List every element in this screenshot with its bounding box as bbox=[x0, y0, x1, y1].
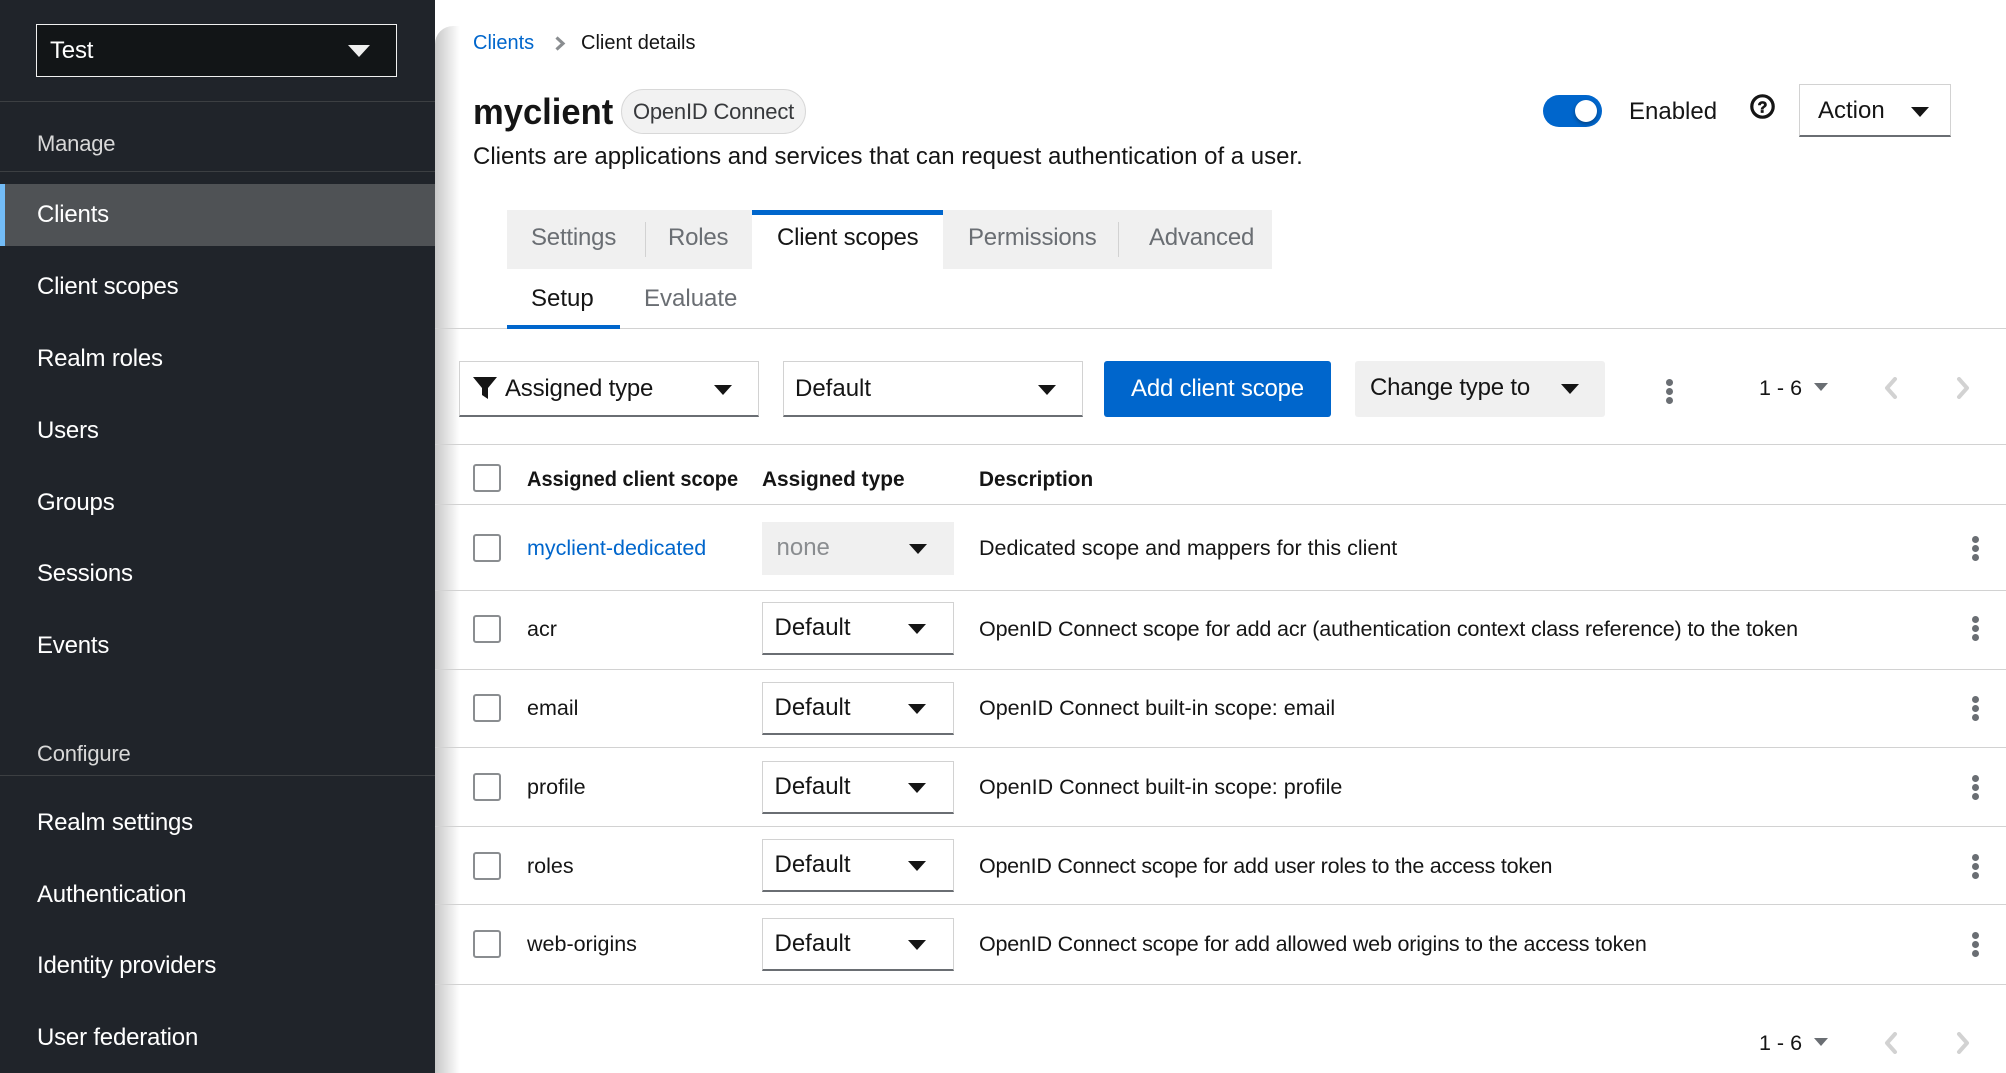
svg-text:?: ? bbox=[1758, 99, 1768, 116]
